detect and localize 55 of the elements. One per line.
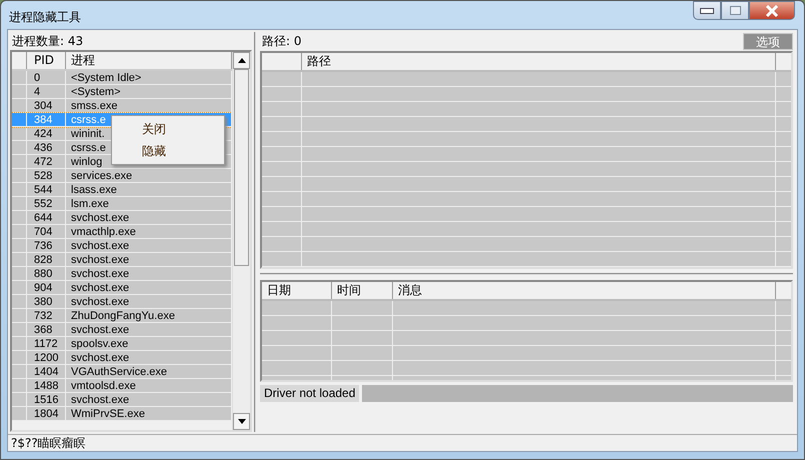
process-name-cell: wininit. [71, 128, 105, 140]
pid-cell: 384 [34, 114, 52, 126]
path-count-label: 路径: 0 [262, 33, 302, 50]
pid-cell: 380 [34, 296, 52, 308]
pid-cell: 644 [34, 212, 52, 224]
process-name-cell: spoolsv.exe [71, 338, 128, 350]
process-name-cell: svchost.exe [71, 352, 130, 364]
pid-cell: 1200 [34, 352, 58, 364]
process-name-cell: svchost.exe [71, 282, 130, 294]
pid-cell: 424 [34, 128, 52, 140]
process-name-cell: lsm.exe [71, 198, 109, 210]
process-name-cell: lsass.exe [71, 184, 117, 196]
pid-cell: 472 [34, 156, 52, 168]
process-name-cell: ZhuDongFangYu.exe [71, 310, 175, 322]
process-name-cell: svchost.exe [71, 268, 130, 280]
window-title: 进程隐藏工具 [9, 9, 81, 26]
pid-cell: 368 [34, 324, 52, 336]
process-name-cell: svchost.exe [71, 212, 130, 224]
pid-cell: 704 [34, 226, 52, 238]
pid-cell: 304 [34, 100, 52, 112]
process-name-cell: <System Idle> [71, 72, 142, 84]
process-name-cell: csrss.e [71, 114, 106, 126]
process-name-cell: <System> [71, 86, 121, 98]
pid-cell: 436 [34, 142, 52, 154]
pid-cell: 552 [34, 198, 52, 210]
pid-cell: 1172 [34, 338, 58, 350]
process-name-cell: svchost.exe [71, 296, 130, 308]
driver-status: Driver not loaded [260, 385, 360, 402]
pid-cell: 904 [34, 282, 52, 294]
pid-cell: 732 [34, 310, 52, 322]
process-name-cell: svchost.exe [71, 394, 130, 406]
process-name-cell: svchost.exe [71, 324, 130, 336]
process-name-cell: svchost.exe [71, 240, 130, 252]
process-name-cell: svchost.exe [71, 254, 130, 266]
process-count-label: 进程数量: 43 [12, 33, 84, 50]
status-bar: ?$??瞄瞑瘤瞑 [8, 434, 797, 451]
pid-cell: 1488 [34, 380, 58, 392]
pid-cell: 0 [34, 72, 40, 84]
process-name-cell: vmtoolsd.exe [71, 380, 136, 392]
pid-cell: 880 [34, 268, 52, 280]
pid-cell: 736 [34, 240, 52, 252]
pid-cell: 1516 [34, 394, 58, 406]
pid-cell: 544 [34, 184, 52, 196]
process-name-cell: WmiPrvSE.exe [71, 408, 145, 420]
pid-cell: 1404 [34, 366, 58, 378]
process-name-cell: winlog [71, 156, 102, 168]
pid-cell: 528 [34, 170, 52, 182]
process-name-cell: csrss.e [71, 142, 106, 154]
process-name-cell: smss.exe [71, 100, 118, 112]
process-name-cell: vmacthlp.exe [71, 226, 136, 238]
process-name-cell: VGAuthService.exe [71, 366, 167, 378]
pid-cell: 4 [34, 86, 40, 98]
pid-cell: 1804 [34, 408, 58, 420]
process-name-cell: services.exe [71, 170, 132, 182]
pid-cell: 828 [34, 254, 52, 266]
